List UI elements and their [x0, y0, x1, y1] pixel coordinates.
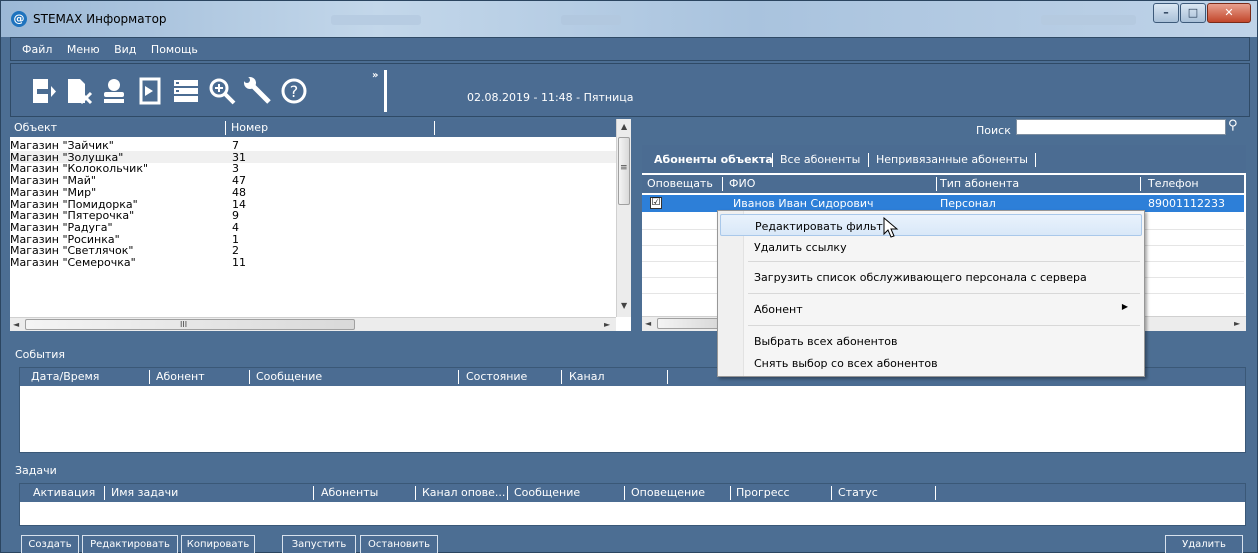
- col-task-name[interactable]: Имя задачи: [111, 486, 178, 499]
- col-datetime[interactable]: Дата/Время: [31, 370, 99, 383]
- col-state[interactable]: Состояние: [466, 370, 527, 383]
- col-fio[interactable]: ФИО: [729, 177, 755, 190]
- col-notification[interactable]: Оповещение: [631, 486, 705, 499]
- tasks-label: Задачи: [15, 464, 57, 477]
- object-number: 11: [232, 256, 246, 269]
- col-message[interactable]: Сообщение: [256, 370, 322, 383]
- tasks-list: Активация Имя задачи Абоненты Канал опов…: [19, 483, 1246, 526]
- edit-button[interactable]: Редактировать: [82, 535, 178, 553]
- copy-button[interactable]: Копировать: [181, 535, 255, 553]
- object-row[interactable]: Магазин "Май" 47: [10, 174, 616, 187]
- menu-item-subscriber[interactable]: Абонент ▶: [720, 298, 1142, 320]
- col-notify[interactable]: Оповещать: [647, 177, 713, 190]
- maximize-button[interactable]: □: [1180, 3, 1206, 23]
- search-icon[interactable]: ⚲: [1228, 118, 1238, 133]
- main-window: @ STEMAX Информатор – □ ✕ Файл Меню Вид …: [0, 0, 1258, 553]
- col-phone[interactable]: Телефон: [1148, 177, 1199, 190]
- datetime-label: 02.08.2019 - 11:48 - Пятница: [467, 91, 634, 104]
- menu-item-deselect-all[interactable]: Снять выбор со всех абонентов: [720, 352, 1142, 374]
- object-row[interactable]: Магазин "Помидорка" 14: [10, 198, 616, 211]
- document-edit-icon[interactable]: [63, 76, 93, 106]
- object-row[interactable]: Магазин "Пятерочка" 9: [10, 209, 616, 222]
- col-subscriber[interactable]: Абонент: [156, 370, 205, 383]
- col-progress[interactable]: Прогресс: [736, 486, 790, 499]
- object-row[interactable]: Магазин "Росинка" 1: [10, 233, 616, 246]
- subscriber-phone: 89001112233: [1148, 197, 1225, 210]
- title-bar[interactable]: @ STEMAX Информатор – □ ✕: [1, 1, 1257, 37]
- col-notify-channel[interactable]: Канал опове...: [422, 486, 505, 499]
- col-status[interactable]: Статус: [838, 486, 878, 499]
- object-name: Магазин "Семерочка": [10, 256, 136, 269]
- object-row[interactable]: Магазин "Мир" 48: [10, 186, 616, 199]
- subscriber-tabs: Абоненты объекта Все абоненты Непривязан…: [642, 145, 1246, 173]
- notify-checkbox[interactable]: ☑: [650, 197, 662, 209]
- start-button[interactable]: Запустить: [282, 535, 356, 553]
- col-subscribers[interactable]: Абоненты: [321, 486, 378, 499]
- events-list: Дата/Время Абонент Сообщение Состояние К…: [19, 367, 1246, 453]
- search-label: Поиск: [976, 124, 1011, 137]
- menu-help[interactable]: Помощь: [151, 43, 198, 56]
- stop-button[interactable]: Остановить: [360, 535, 438, 553]
- tab-all-subscribers[interactable]: Все абоненты: [780, 153, 860, 166]
- users-icon[interactable]: [99, 76, 129, 106]
- exit-icon[interactable]: [27, 76, 57, 106]
- object-row[interactable]: Магазин "Золушка" 31: [10, 150, 616, 164]
- object-row[interactable]: Магазин "Колокольчик" 3: [10, 162, 616, 175]
- toolbar-overflow[interactable]: »: [372, 70, 378, 81]
- server-list-icon[interactable]: [171, 76, 201, 106]
- toolbar: ? » 02.08.2019 - 11:48 - Пятница: [10, 63, 1250, 117]
- subscribers-header: Оповещать ФИО Тип абонента Телефон: [642, 175, 1244, 193]
- object-row[interactable]: Магазин "Семерочка" 11: [10, 256, 616, 269]
- window-title: STEMAX Информатор: [33, 12, 167, 26]
- menu-menu[interactable]: Меню: [67, 43, 100, 56]
- blurred-title-fragment: [1041, 15, 1136, 25]
- tab-unlinked-subscribers[interactable]: Непривязанные абоненты: [876, 153, 1028, 166]
- svg-text:?: ?: [290, 82, 299, 101]
- menu-item-edit-filter[interactable]: Редактировать фильтр: [720, 214, 1142, 236]
- object-row[interactable]: Магазин "Светлячок" 2: [10, 244, 616, 257]
- tasks-header: Активация Имя задачи Абоненты Канал опов…: [20, 484, 1245, 502]
- menu-bar: Файл Меню Вид Помощь: [10, 37, 1250, 61]
- col-channel[interactable]: Канал: [569, 370, 605, 383]
- stemax-icon: @: [11, 11, 27, 27]
- blurred-title-fragment: [561, 15, 621, 25]
- toolbar-separator: [384, 70, 387, 112]
- object-row[interactable]: Магазин "Радуга" 4: [10, 221, 616, 234]
- menu-item-delete-link[interactable]: Удалить ссылку: [720, 236, 1142, 258]
- menu-item-select-all[interactable]: Выбрать всех абонентов: [720, 330, 1142, 352]
- search-zoom-icon[interactable]: [207, 76, 237, 106]
- tab-object-subscribers[interactable]: Абоненты объекта: [654, 153, 773, 166]
- context-menu: Редактировать фильтр Удалить ссылку Загр…: [717, 210, 1145, 377]
- menu-view[interactable]: Вид: [114, 43, 136, 56]
- object-row[interactable]: Магазин "Зайчик" 7: [10, 139, 616, 152]
- objects-hscroll[interactable]: ◄ III ►: [10, 317, 616, 331]
- blurred-title-fragment: [331, 15, 421, 25]
- col-number[interactable]: Номер: [231, 121, 268, 134]
- subscriber-type: Персонал: [940, 197, 996, 210]
- objects-list: Объект Номер Магазин "Зайчик" 7 Магазин "З…: [10, 119, 631, 331]
- close-button[interactable]: ✕: [1207, 3, 1251, 23]
- objects-header: Объект Номер: [10, 119, 616, 137]
- col-object[interactable]: Объект: [14, 121, 57, 134]
- mouse-cursor-icon: [883, 216, 899, 242]
- col-type[interactable]: Тип абонента: [940, 177, 1019, 190]
- menu-file[interactable]: Файл: [22, 43, 52, 56]
- wrench-icon[interactable]: [243, 76, 273, 106]
- objects-vscroll[interactable]: ▲ ≡ ▼: [616, 119, 631, 317]
- col-activation[interactable]: Активация: [33, 486, 95, 499]
- events-label: События: [15, 348, 66, 361]
- delete-button[interactable]: Удалить: [1165, 535, 1243, 553]
- col-task-message[interactable]: Сообщение: [514, 486, 580, 499]
- subscriber-name: Иванов Иван Сидорович: [733, 197, 874, 210]
- door-icon[interactable]: [135, 76, 165, 106]
- help-icon[interactable]: ?: [279, 76, 309, 106]
- search-input[interactable]: [1016, 119, 1226, 135]
- menu-item-load-staff[interactable]: Загрузить список обслуживающего персонал…: [720, 266, 1142, 288]
- minimize-button[interactable]: –: [1153, 3, 1179, 23]
- submenu-arrow-icon: ▶: [1121, 302, 1128, 311]
- create-button[interactable]: Создать: [21, 535, 79, 553]
